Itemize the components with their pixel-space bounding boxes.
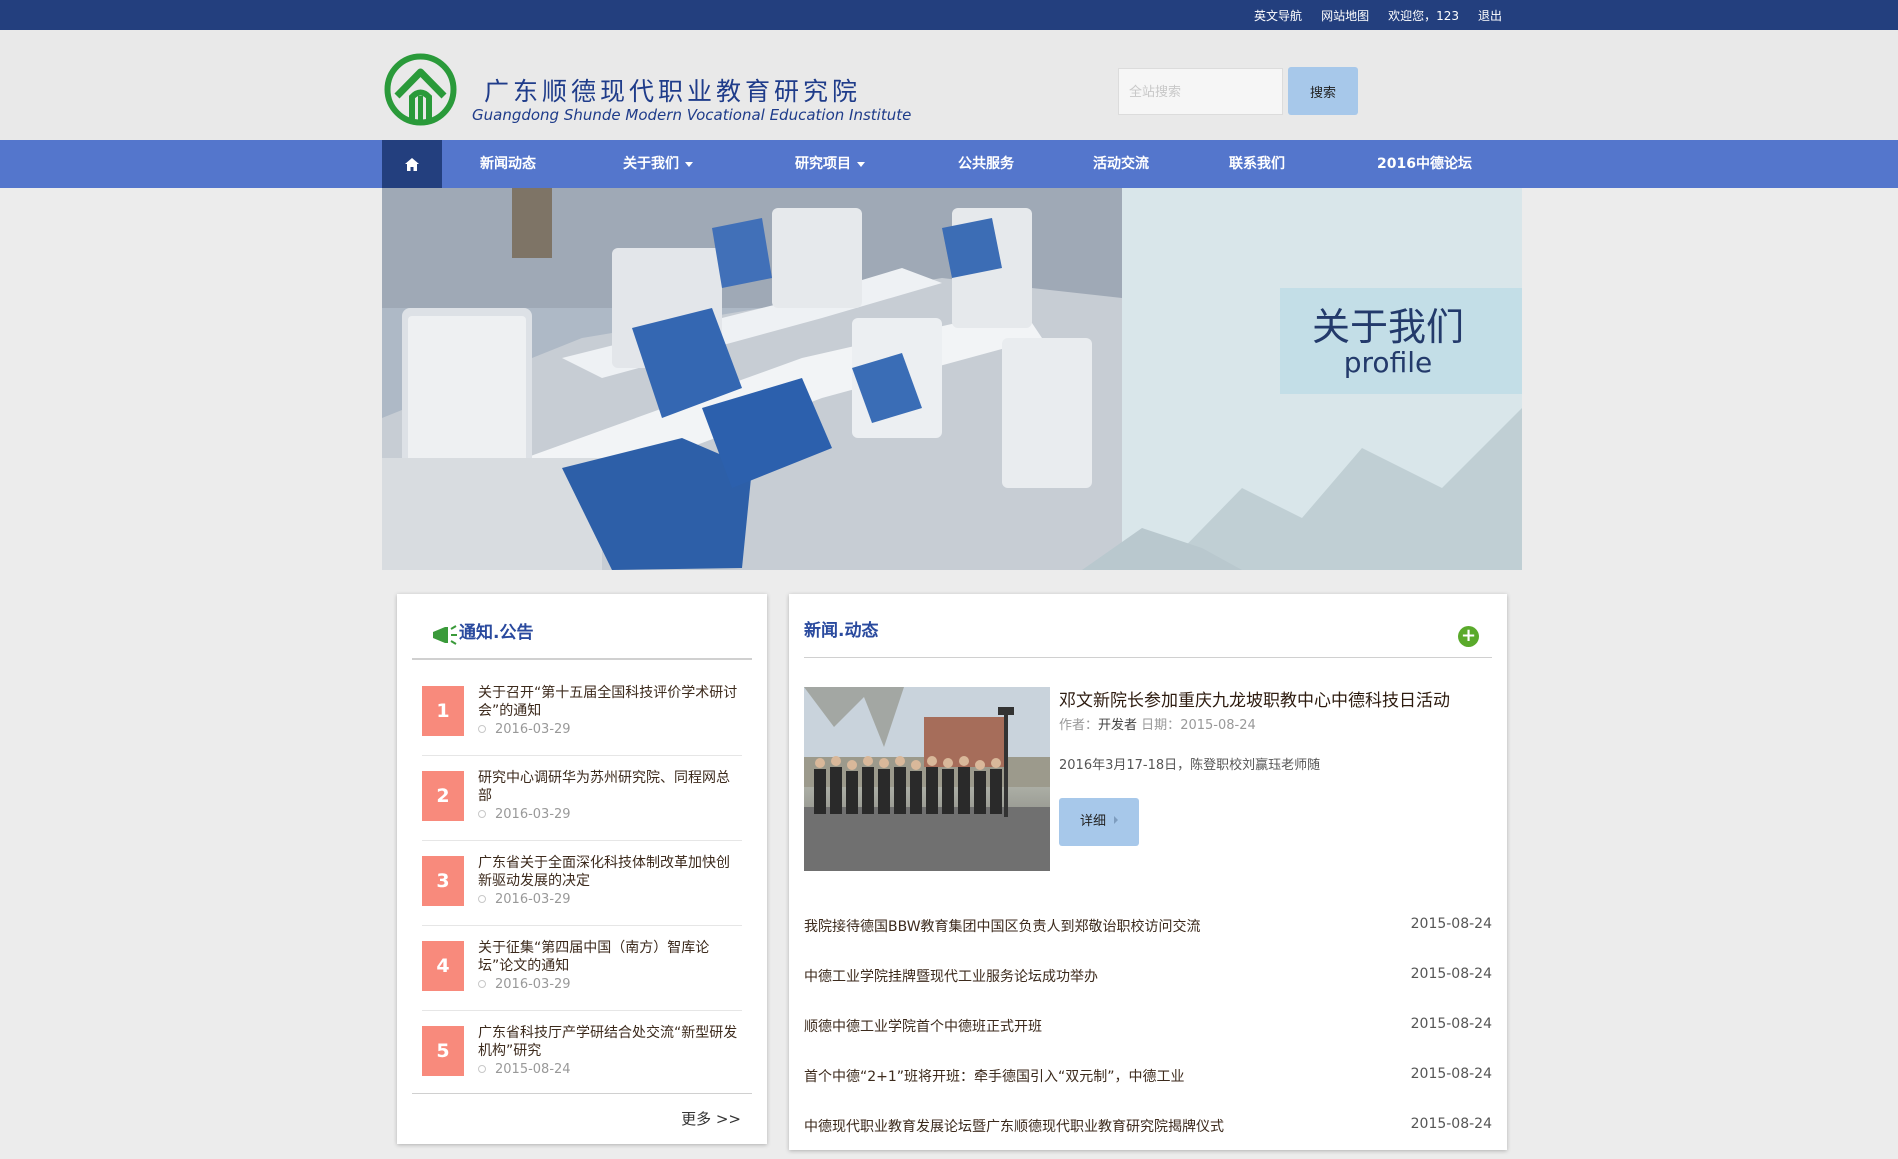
nav-public-service[interactable]: 公共服务 <box>958 140 1014 188</box>
nav-about-label: 关于我们 <box>623 156 679 172</box>
news-list-item: 我院接待德国BBW教育集团中国区负责人到郑敬诒职校访问交流 2015-08-24 <box>804 916 1492 936</box>
clock-icon <box>478 1065 486 1073</box>
detail-button[interactable]: 详细 <box>1059 798 1139 846</box>
author-label: 作者： <box>1059 718 1099 733</box>
clock-icon <box>478 980 486 988</box>
home-icon <box>405 157 419 171</box>
megaphone-icon <box>433 625 457 645</box>
feature-news-summary: 2016年3月17-18日，陈登职校刘赢珏老师随 <box>1059 758 1321 773</box>
banner-title: 关于我们 <box>1311 305 1464 349</box>
feature-news-meta: 作者：开发者 日期：2015-08-24 <box>1059 714 1256 733</box>
notice-item: 1 关于召开“第十五届全国科技评价学术研讨会”的通知 2016-03-29 <box>422 674 742 756</box>
clock-icon <box>478 725 486 733</box>
notice-link[interactable]: 关于征集“第四届中国（南方）智库论坛”论文的通知 <box>478 939 740 975</box>
feature-news-photo[interactable] <box>804 687 1050 871</box>
news-list-item: 首个中德“2+1”班将开班：牵手德国引入“双元制”，中德工业 2015-08-2… <box>804 1066 1492 1086</box>
english-nav-link[interactable]: 英文导航 <box>1254 7 1302 24</box>
top-links: 英文导航 网站地图 欢迎您，123 退出 <box>1254 0 1502 30</box>
news-list-item: 顺德中德工业学院首个中德班正式开班 2015-08-24 <box>804 1016 1492 1036</box>
notice-item: 3 广东省关于全面深化科技体制改革加快创新驱动发展的决定 2016-03-29 <box>422 844 742 926</box>
notice-link[interactable]: 研究中心调研华为苏州研究院、同程网总部 <box>478 769 740 805</box>
feature-news-title[interactable]: 邓文新院长参加重庆九龙坡职教中心中德科技日活动 <box>1059 686 1499 711</box>
group-photo-image <box>804 687 1050 871</box>
notice-link[interactable]: 广东省科技厅产学研结合处交流“新型研发机构”研究 <box>478 1024 740 1060</box>
notice-date: 2016-03-29 <box>478 722 571 737</box>
news-link[interactable]: 中德工业学院挂牌暨现代工业服务论坛成功举办 <box>804 966 1098 986</box>
notice-date-value: 2016-03-29 <box>495 892 571 907</box>
top-bar: 英文导航 网站地图 欢迎您，123 退出 <box>0 0 1898 30</box>
main-nav: 新闻动态 关于我们 研究项目 公共服务 活动交流 联系我们 2016中德论坛 <box>0 140 1898 188</box>
news-link[interactable]: 我院接待德国BBW教育集团中国区负责人到郑敬诒职校访问交流 <box>804 916 1201 936</box>
more-notices-link[interactable]: 更多 >> <box>681 1108 741 1129</box>
notice-date: 2016-03-29 <box>478 807 571 822</box>
nav-home[interactable] <box>382 140 442 188</box>
nav-contact[interactable]: 联系我们 <box>1229 140 1285 188</box>
welcome-user-link[interactable]: 欢迎您，123 <box>1388 7 1459 24</box>
news-list-item: 中德现代职业教育发展论坛暨广东顺德现代职业教育研究院揭牌仪式 2015-08-2… <box>804 1116 1492 1136</box>
chevron-down-icon <box>685 161 693 167</box>
news-header <box>804 594 1492 658</box>
chevron-right-icon <box>1114 816 1118 824</box>
notice-number: 5 <box>422 1026 464 1076</box>
nav-forum-2016[interactable]: 2016中德论坛 <box>1377 140 1472 188</box>
notice-date-value: 2015-08-24 <box>495 1062 571 1077</box>
news-link[interactable]: 顺德中德工业学院首个中德班正式开班 <box>804 1016 1042 1036</box>
notice-link[interactable]: 广东省关于全面深化科技体制改革加快创新驱动发展的决定 <box>478 854 740 890</box>
notice-date: 2016-03-29 <box>478 977 571 992</box>
search-button[interactable]: 搜索 <box>1288 67 1358 115</box>
notice-number: 2 <box>422 771 464 821</box>
nav-activities[interactable]: 活动交流 <box>1093 140 1149 188</box>
nav-research-label: 研究项目 <box>795 156 851 172</box>
banner-subtitle: profile <box>1343 346 1433 379</box>
news-date: 2015-08-24 <box>1410 1116 1492 1132</box>
news-date: 2015-08-24 <box>1410 1066 1492 1082</box>
chevron-down-icon <box>857 161 865 167</box>
nav-news[interactable]: 新闻动态 <box>480 140 536 188</box>
add-icon[interactable]: + <box>1458 626 1479 647</box>
notice-divider <box>412 1093 752 1094</box>
news-link[interactable]: 首个中德“2+1”班将开班：牵手德国引入“双元制”，中德工业 <box>804 1066 1185 1086</box>
notice-item: 2 研究中心调研华为苏州研究院、同程网总部 2016-03-29 <box>422 759 742 841</box>
notice-number: 4 <box>422 941 464 991</box>
notice-number: 3 <box>422 856 464 906</box>
notice-date: 2015-08-24 <box>478 1062 571 1077</box>
news-link[interactable]: 中德现代职业教育发展论坛暨广东顺德现代职业教育研究院揭牌仪式 <box>804 1116 1224 1136</box>
notice-link[interactable]: 关于召开“第十五届全国科技评价学术研讨会”的通知 <box>478 684 740 720</box>
logout-link[interactable]: 退出 <box>1478 7 1502 24</box>
notice-date-value: 2016-03-29 <box>495 807 571 822</box>
notice-number: 1 <box>422 686 464 736</box>
notice-panel: 通知.公告 1 关于召开“第十五届全国科技评价学术研讨会”的通知 2016-03… <box>397 594 767 1144</box>
notice-date: 2016-03-29 <box>478 892 571 907</box>
clock-icon <box>478 895 486 903</box>
site-title-cn: 广东顺德现代职业教育研究院 <box>484 77 862 106</box>
notice-title: 通知.公告 <box>459 623 534 643</box>
news-date: 2015-08-24 <box>1410 966 1492 982</box>
date-label: 日期： <box>1141 718 1181 733</box>
clock-icon <box>478 810 486 818</box>
nav-research[interactable]: 研究项目 <box>795 140 865 188</box>
site-title-en: Guangdong Shunde Modern Vocational Educa… <box>472 106 912 124</box>
sitemap-link[interactable]: 网站地图 <box>1321 7 1369 24</box>
notice-item: 5 广东省科技厅产学研结合处交流“新型研发机构”研究 2015-08-24 <box>422 1014 742 1096</box>
news-date: 2015-08-24 <box>1410 1016 1492 1032</box>
author-name: 开发者 <box>1098 718 1138 733</box>
news-list-item: 中德工业学院挂牌暨现代工业服务论坛成功举办 2015-08-24 <box>804 966 1492 986</box>
news-date: 2015-08-24 <box>1410 916 1492 932</box>
nav-about[interactable]: 关于我们 <box>623 140 693 188</box>
site-search-input[interactable] <box>1118 68 1283 115</box>
feature-news-date: 2015-08-24 <box>1180 718 1256 733</box>
detail-button-label: 详细 <box>1079 814 1106 829</box>
notice-date-value: 2016-03-29 <box>495 722 571 737</box>
institute-logo-icon[interactable] <box>383 52 458 127</box>
site-header: 广东顺德现代职业教育研究院 Guangdong Shunde Modern Vo… <box>0 30 1898 140</box>
notice-date-value: 2016-03-29 <box>495 977 571 992</box>
news-title: 新闻.动态 <box>804 621 879 641</box>
news-panel: 新闻.动态 + 邓文新院长参加重庆九龙坡职教中心中德科技日活动 作者：开发者 日… <box>789 594 1507 1150</box>
hero-banner: 关于我们 profile <box>382 188 1522 570</box>
notice-item: 4 关于征集“第四届中国（南方）智库论坛”论文的通知 2016-03-29 <box>422 929 742 1011</box>
